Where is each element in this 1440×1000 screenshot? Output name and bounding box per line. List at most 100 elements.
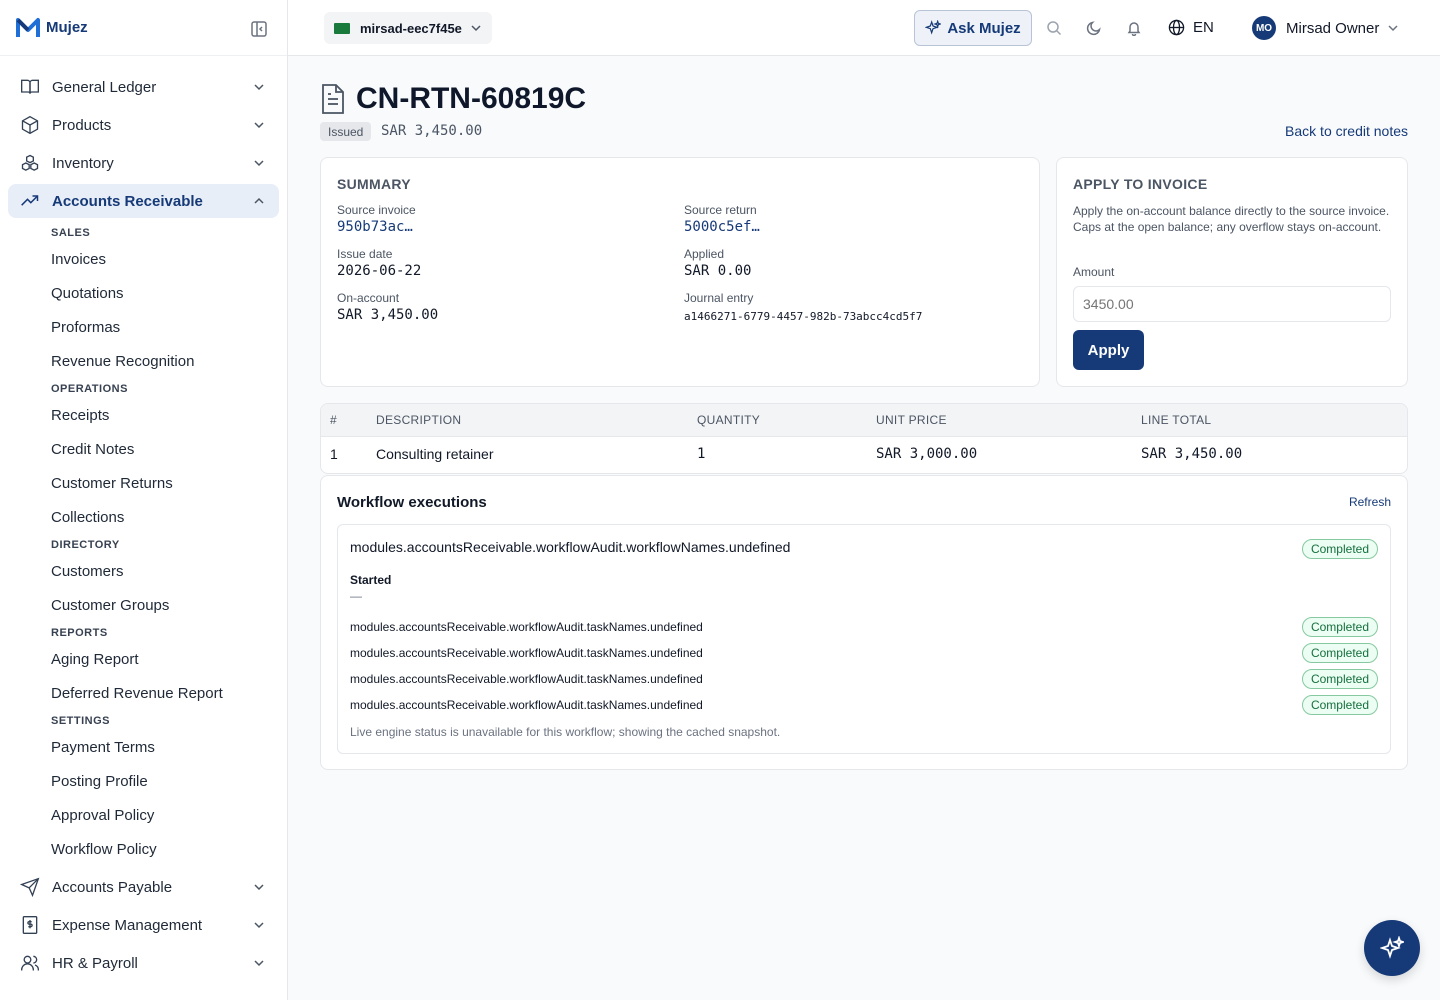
source-invoice-link[interactable]: 950b73ac…: [337, 219, 416, 235]
submenu-item-invoices[interactable]: Invoices: [51, 242, 287, 276]
sidebar-item-inventory[interactable]: Inventory: [8, 146, 279, 180]
refresh-link[interactable]: Refresh: [1349, 495, 1391, 509]
workflow-name: modules.accountsReceivable.workflowAudit…: [350, 539, 791, 555]
chevron-down-icon: [254, 84, 264, 91]
workflow-status-note: Live engine status is unavailable for th…: [350, 725, 781, 739]
user-name: Mirsad Owner: [1286, 19, 1380, 37]
apply-description: Apply the on-account balance directly to…: [1073, 204, 1390, 234]
submenu-heading-directory: DIRECTORY: [51, 539, 120, 551]
sidebar-nav: General Ledger Products Inventory Accoun…: [0, 56, 287, 980]
submenu-item-receipts[interactable]: Receipts: [51, 398, 287, 432]
started-value: —: [350, 589, 362, 603]
task-status-badge: Completed: [1301, 669, 1378, 689]
send-icon: [20, 877, 40, 897]
submenu-item-posting-profile[interactable]: Posting Profile: [51, 764, 287, 798]
submenu-item-customer-groups[interactable]: Customer Groups: [51, 588, 287, 622]
source-invoice-label: Source invoice: [337, 203, 416, 217]
submenu-item-approval-policy[interactable]: Approval Policy: [51, 798, 287, 832]
journal-entry-field: Journal entry a1466271-6779-4457-982b-73…: [684, 291, 922, 323]
submenu-heading-sales: SALES: [51, 227, 91, 239]
table-row: 1 Consulting retainer 1 SAR 3,000.00 SAR…: [321, 436, 1407, 472]
line-items: # DESCRIPTION QUANTITY UNIT PRICE LINE T…: [321, 404, 1407, 472]
task-status-badge: Completed: [1301, 617, 1378, 637]
journal-entry-label: Journal entry: [684, 291, 754, 305]
sidebar-item-accounts-payable[interactable]: Accounts Payable: [8, 870, 279, 904]
table-header-row: # DESCRIPTION QUANTITY UNIT PRICE LINE T…: [321, 404, 1407, 437]
back-to-credit-notes-link[interactable]: Back to credit notes: [1285, 122, 1408, 141]
submenu-item-credit-notes[interactable]: Credit Notes: [51, 432, 287, 466]
box-icon: [21, 115, 39, 135]
sidebar-item-label: General Ledger: [52, 78, 157, 96]
on-account-label: On-account: [337, 291, 400, 305]
sidebar-item-products[interactable]: Products: [8, 108, 279, 142]
bell-icon[interactable]: [1126, 20, 1142, 36]
submenu-item-proformas[interactable]: Proformas: [51, 310, 287, 344]
submenu-item-collections[interactable]: Collections: [51, 500, 287, 534]
workflow-status-badge: Completed: [1301, 539, 1378, 559]
workflow-executions-card: Workflow executions Refresh modules.acco…: [320, 475, 1408, 770]
sidebar: Mujez General Ledger Products Inventory …: [0, 0, 288, 1000]
sidebar-item-label: Expense Management: [52, 916, 203, 934]
submenu-item-revenue-recognition[interactable]: Revenue Recognition: [51, 344, 287, 378]
sidebar-collapse-icon[interactable]: [250, 20, 268, 38]
amount-input[interactable]: [1073, 286, 1391, 322]
task-status-badge: Completed: [1301, 643, 1378, 663]
chevron-up-icon: [254, 197, 264, 204]
submenu-item-deferred-revenue-report[interactable]: Deferred Revenue Report: [51, 676, 287, 710]
sidebar-item-hr-payroll[interactable]: HR & Payroll: [8, 946, 279, 980]
ask-mujez-button[interactable]: Ask Mujez: [914, 10, 1032, 46]
apply-button[interactable]: Apply: [1073, 330, 1144, 370]
mujez-logo-icon: [16, 17, 40, 37]
ask-mujez-label: Ask Mujez: [947, 19, 1021, 37]
trending-up-icon: [21, 195, 39, 206]
sidebar-item-label: Inventory: [52, 154, 114, 172]
submenu-item-customer-returns[interactable]: Customer Returns: [51, 466, 287, 500]
sidebar-item-accounts-receivable[interactable]: Accounts Receivable: [8, 184, 279, 218]
source-invoice-field: Source invoice 950b73ac…: [337, 203, 416, 235]
submenu-item-customers[interactable]: Customers: [51, 554, 287, 588]
search-icon[interactable]: [1046, 20, 1062, 36]
page-header: CN-RTN-60819C: [320, 82, 586, 116]
status-badge: Issued: [320, 122, 372, 141]
column-header-number: #: [321, 404, 376, 437]
avatar: MO: [1252, 16, 1276, 40]
sidebar-item-expense-management[interactable]: Expense Management: [8, 908, 279, 942]
language-switcher[interactable]: EN: [1168, 19, 1214, 36]
receipt-icon: [22, 916, 38, 934]
task-name: modules.accountsReceivable.workflowAudit…: [350, 698, 703, 712]
ai-assistant-button[interactable]: [1364, 920, 1420, 976]
credit-note-amount: SAR 3,450.00: [381, 123, 483, 139]
source-return-field: Source return 5000c5ef…: [684, 203, 760, 235]
amount-label: Amount: [1073, 265, 1115, 279]
saudi-flag-icon: [334, 22, 350, 34]
sidebar-item-label: Products: [52, 116, 112, 134]
chevron-down-icon: [254, 160, 264, 167]
chevron-down-icon: [254, 960, 264, 967]
issue-date-field: Issue date 2026-06-22: [337, 247, 421, 279]
brand-name: Mujez: [46, 19, 88, 36]
cell-unit-price: SAR 3,000.00: [876, 446, 978, 463]
started-label: Started: [350, 573, 392, 587]
brand[interactable]: Mujez: [0, 0, 287, 56]
cell-quantity: 1: [697, 446, 706, 463]
organization-switcher[interactable]: mirsad-eec7f45e: [324, 12, 492, 44]
submenu-item-workflow-policy[interactable]: Workflow Policy: [51, 832, 287, 866]
cell-number: 1: [330, 446, 338, 463]
globe-icon: [1168, 19, 1185, 36]
submenu-item-quotations[interactable]: Quotations: [51, 276, 287, 310]
journal-entry-value: a1466271-6779-4457-982b-73abcc4cd5f7: [684, 310, 923, 323]
submenu-item-payment-terms[interactable]: Payment Terms: [51, 730, 287, 764]
task-name: modules.accountsReceivable.workflowAudit…: [350, 672, 703, 686]
source-return-link[interactable]: 5000c5ef…: [684, 219, 760, 235]
user-menu[interactable]: MO Mirsad Owner: [1252, 16, 1399, 40]
issue-date-value: 2026-06-22: [337, 263, 422, 279]
column-header-quantity: QUANTITY: [697, 404, 876, 437]
document-icon: [322, 84, 344, 114]
chevron-down-icon: [254, 922, 264, 929]
chevron-down-icon: [471, 25, 481, 32]
chevron-down-icon: [1388, 25, 1398, 32]
sparkles-icon: [1380, 936, 1404, 959]
submenu-item-aging-report[interactable]: Aging Report: [51, 642, 287, 676]
moon-icon[interactable]: [1086, 20, 1102, 36]
sidebar-item-general-ledger[interactable]: General Ledger: [8, 70, 279, 104]
